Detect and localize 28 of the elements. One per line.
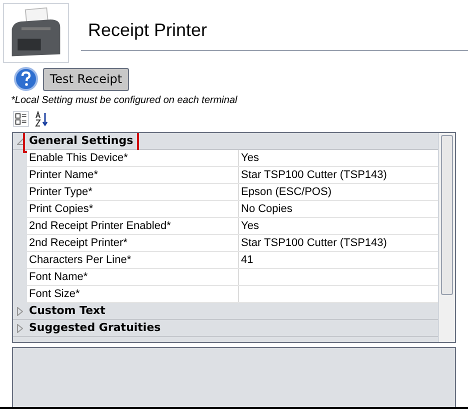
property-value[interactable]: No Copies <box>241 203 292 215</box>
property-name[interactable]: Printer Name* <box>27 167 239 183</box>
printer-photo <box>3 3 69 63</box>
property-name[interactable]: Enable This Device* <box>27 150 239 166</box>
property-name[interactable]: Printer Type* <box>27 184 239 200</box>
test-receipt-button[interactable]: Test Receipt <box>43 68 129 90</box>
property-value[interactable]: Yes <box>241 220 259 232</box>
property-value[interactable]: Star TSP100 Cutter (TSP143) <box>241 237 387 249</box>
property-name[interactable]: 2nd Receipt Printer* <box>27 235 239 251</box>
property-value[interactable]: Yes <box>241 152 259 164</box>
collapse-triangle-icon[interactable] <box>16 138 24 144</box>
property-name[interactable]: Characters Per Line* <box>27 252 239 268</box>
category-row[interactable]: Suggested Gratuities <box>13 320 438 337</box>
property-name[interactable]: Print Copies* <box>27 201 239 217</box>
page-title: Receipt Printer <box>88 19 208 42</box>
property-value[interactable]: 41 <box>241 254 254 266</box>
sort-alphabetical-icon[interactable] <box>35 111 49 127</box>
property-value[interactable]: Star TSP100 Cutter (TSP143) <box>241 169 387 181</box>
category-label: Custom Text <box>28 302 106 319</box>
local-setting-note: *Local Setting must be configured on each terminal <box>11 94 238 108</box>
help-icon[interactable] <box>14 67 38 91</box>
category-label: Suggested Gratuities <box>28 320 162 336</box>
scrollbar-thumb[interactable] <box>441 135 453 295</box>
property-name[interactable]: 2nd Receipt Printer Enabled* <box>27 218 239 234</box>
property-value[interactable]: Epson (ESC/POS) <box>241 186 332 198</box>
categorized-view-icon[interactable] <box>13 111 29 127</box>
category-row[interactable]: Custom Text <box>13 303 438 320</box>
scrollbar[interactable] <box>438 133 455 342</box>
